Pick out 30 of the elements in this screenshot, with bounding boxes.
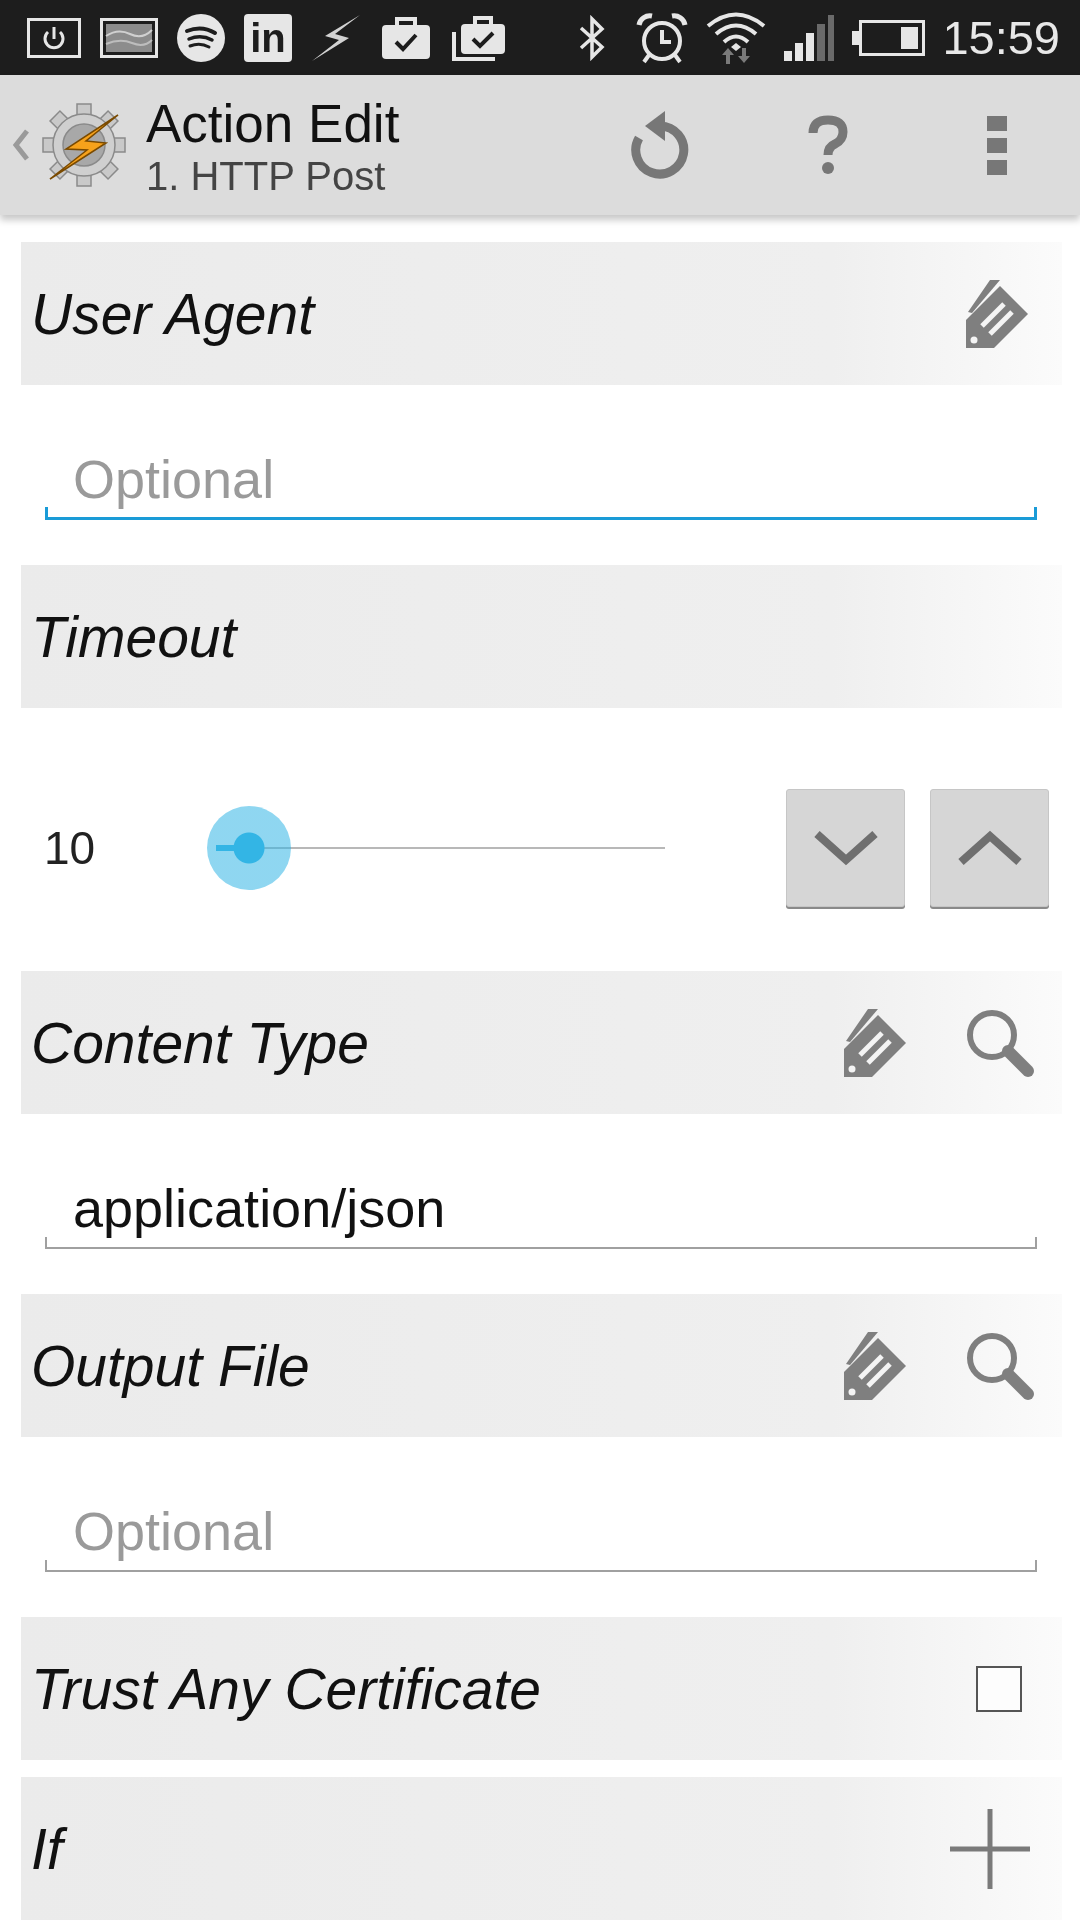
section-label: If [31,1815,71,1882]
landscape-image-icon [100,17,158,58]
gear-lightning-icon[interactable] [42,103,126,187]
alarm-clock-icon [636,11,689,64]
back-chevron-icon[interactable] [12,129,30,161]
help-icon[interactable] [806,115,850,175]
status-time: 15:59 [942,9,1060,66]
section-label: Output File [31,1332,311,1399]
section-label: User Agent [31,280,317,347]
chevron-down-icon [812,830,879,866]
section-label: Content Type [31,1009,370,1076]
section-label: Trust Any Certificate [31,1655,542,1722]
sound-waves-circle-icon [177,13,225,62]
checkbox[interactable] [976,1665,1022,1712]
decrease-button[interactable] [786,789,905,907]
section-label: Timeout [31,603,240,670]
chevron-up-icon [956,830,1023,866]
overflow-menu-icon[interactable] [987,115,1007,175]
stacked-briefcases-check-icon [451,13,507,62]
increase-button[interactable] [930,789,1049,907]
slider-value: 10 [44,821,96,876]
plus-icon[interactable] [950,1808,1030,1889]
wifi-icon [705,10,768,65]
battery-icon [851,19,926,56]
power-icon [27,17,81,58]
briefcase-check-icon [380,14,432,61]
screen-title: Action Edit [146,95,400,153]
app-badge: in [244,13,292,62]
screen-subtitle: 1. HTTP Post [146,153,387,199]
signal-icon [784,14,835,61]
